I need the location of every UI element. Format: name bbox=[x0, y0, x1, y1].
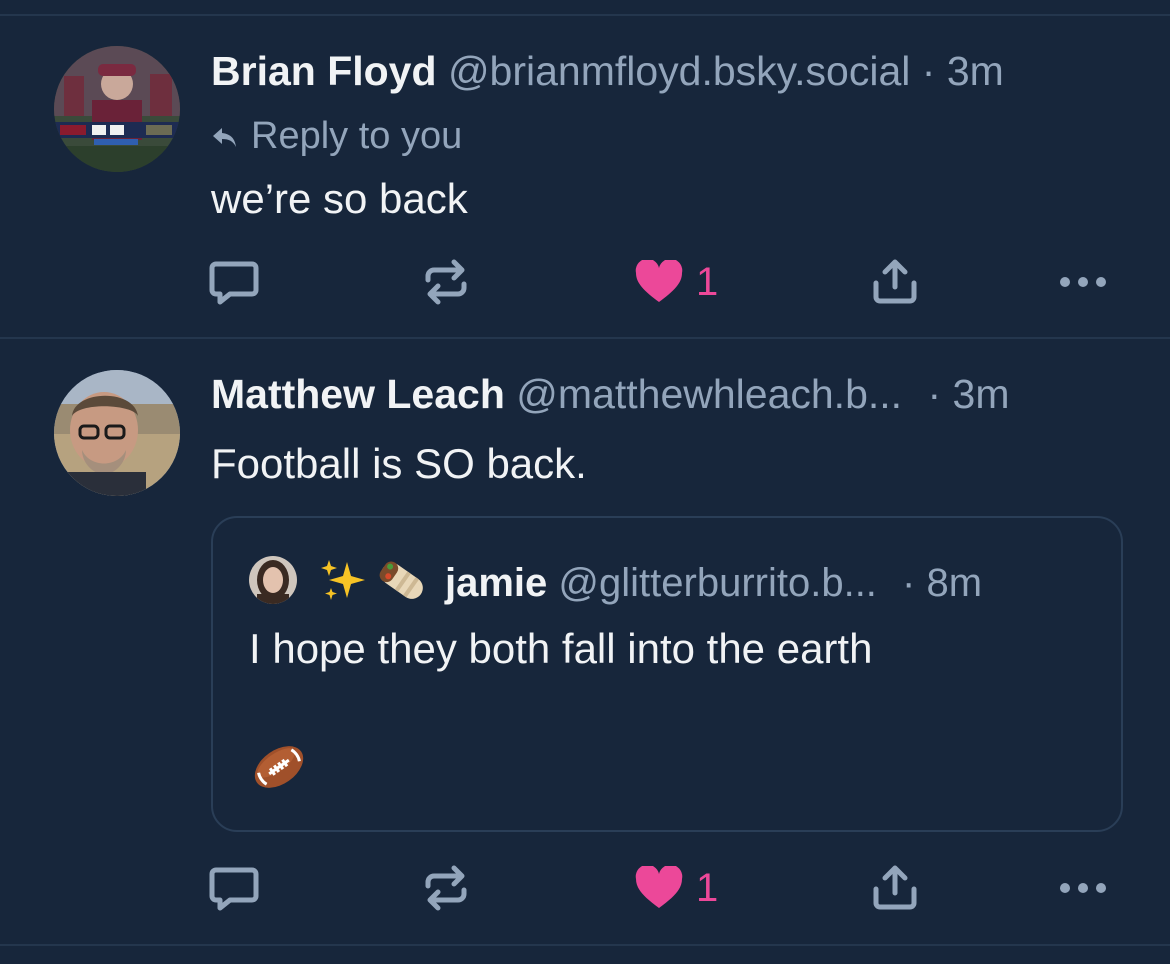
like-count: 1 bbox=[696, 865, 719, 910]
burrito-icon bbox=[379, 561, 423, 599]
divider bbox=[0, 944, 1170, 946]
sparkles-icon bbox=[321, 560, 365, 600]
avatar[interactable] bbox=[54, 370, 180, 496]
separator-dot: · bbox=[902, 561, 916, 605]
quote-text: I hope they both fall into the earth bbox=[249, 625, 873, 672]
repost-button[interactable] bbox=[420, 858, 472, 918]
quote-author-name[interactable]: jamie bbox=[445, 561, 547, 605]
repost-icon bbox=[425, 865, 467, 911]
post-feed: Brian Floyd @brianmfloyd.bsky.social · 3… bbox=[0, 0, 1170, 964]
share-icon bbox=[873, 865, 917, 910]
post-text: Football is SO back. bbox=[211, 440, 587, 487]
post-actions: 1 bbox=[0, 858, 1170, 918]
author-handle[interactable]: @matthewhleach.b... bbox=[516, 371, 902, 417]
avatar-image bbox=[54, 370, 180, 496]
speech-bubble-icon bbox=[209, 867, 259, 911]
author-name[interactable]: Matthew Leach bbox=[211, 371, 505, 417]
heart-icon bbox=[635, 866, 683, 908]
separator-dot: · bbox=[927, 371, 942, 417]
more-dots-icon bbox=[1060, 883, 1106, 893]
avatar-image bbox=[249, 556, 297, 604]
quoted-post[interactable]: jamie @glitterburrito.b... · 8m I hope t… bbox=[211, 516, 1123, 832]
post-header: Matthew Leach @matthewhleach.b... · 3m bbox=[211, 370, 1010, 418]
quote-header: jamie @glitterburrito.b... · 8m bbox=[319, 556, 982, 607]
more-button[interactable] bbox=[1058, 858, 1108, 918]
quote-time[interactable]: 8m bbox=[927, 561, 983, 605]
quote-avatar[interactable] bbox=[249, 556, 297, 604]
quote-author-handle[interactable]: @glitterburrito.b... bbox=[558, 561, 877, 605]
football-emoji bbox=[249, 738, 309, 801]
post-time[interactable]: 3m bbox=[953, 371, 1010, 417]
share-button[interactable] bbox=[870, 858, 920, 918]
like-button[interactable]: 1 bbox=[634, 858, 718, 918]
football-icon bbox=[254, 746, 304, 788]
reply-button[interactable] bbox=[208, 858, 260, 918]
post-matthew-leach[interactable]: Matthew Leach @matthewhleach.b... · 3m F… bbox=[0, 0, 1170, 964]
